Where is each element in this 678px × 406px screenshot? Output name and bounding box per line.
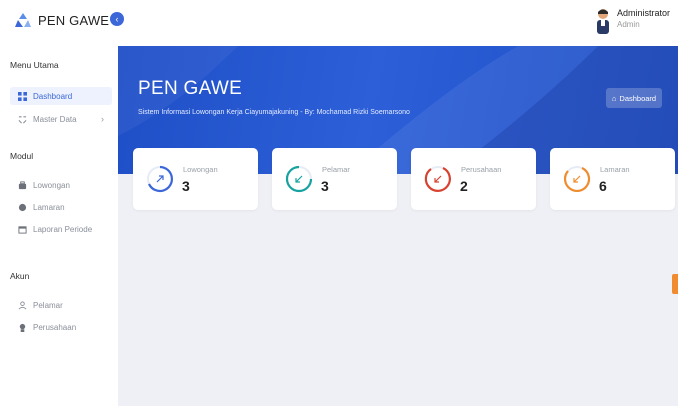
dashboard-button[interactable]: ⌂ Dashboard [606, 88, 662, 108]
dashboard-icon [18, 91, 27, 101]
sidebar-item-label: Laporan Periode [33, 224, 93, 234]
sidebar: Menu Utama Dashboard Master Data › Modul… [0, 46, 118, 406]
stat-value: 3 [321, 178, 329, 194]
sidebar-item-lamaran[interactable]: Lamaran [10, 198, 112, 216]
user-role: Admin [616, 20, 640, 29]
settings-tab[interactable] [672, 274, 678, 294]
arrow-down-left-icon [285, 165, 313, 193]
building-icon [19, 323, 26, 332]
sidebar-toggle-button[interactable]: ‹ [110, 12, 124, 26]
stat-value: 6 [599, 178, 607, 194]
briefcase-icon [18, 180, 27, 189]
chevron-right-icon: › [101, 114, 104, 124]
page-title: PEN GAWE [138, 78, 243, 99]
section-modul: Modul [10, 151, 34, 161]
stat-label: Perusahaan [461, 165, 502, 174]
brand[interactable]: PEN GAWE [14, 11, 109, 29]
arrow-down-left-icon [563, 166, 591, 192]
dashboard-button-label: Dashboard [619, 93, 657, 103]
master-data-icon [18, 115, 27, 123]
section-menu-utama: Menu Utama [10, 60, 59, 70]
sidebar-item-dashboard[interactable]: Dashboard [10, 87, 112, 105]
sidebar-item-laporan-periode[interactable]: Laporan Periode [10, 220, 112, 238]
arrow-down-left-icon [424, 166, 451, 192]
stat-card-lamaran[interactable]: Lamaran 6 [550, 148, 675, 210]
sidebar-item-pelamar[interactable]: Pelamar [10, 296, 112, 314]
user-menu[interactable]: Administrator Admin [595, 8, 670, 36]
stat-label: Lowongan [183, 165, 218, 174]
sidebar-item-label: Perusahaan [33, 322, 77, 332]
sidebar-item-label: Pelamar [33, 300, 63, 310]
stat-label: Lamaran [600, 165, 630, 174]
sidebar-item-label: Lamaran [33, 202, 65, 212]
stat-label: Pelamar [322, 165, 350, 174]
sidebar-item-label: Master Data [33, 114, 77, 124]
sidebar-item-perusahaan[interactable]: Perusahaan [10, 318, 112, 336]
calendar-icon [18, 225, 27, 234]
home-icon: ⌂ [611, 93, 617, 103]
top-bar: PEN GAWE ‹ Administrator Admin [0, 0, 678, 46]
stat-card-perusahaan[interactable]: Perusahaan 2 [411, 148, 536, 210]
avatar [596, 9, 609, 34]
stat-value: 2 [460, 178, 468, 194]
sidebar-item-master-data[interactable]: Master Data › [10, 110, 112, 128]
arrow-up-right-icon [147, 165, 173, 193]
sidebar-item-label: Lowongan [33, 180, 70, 190]
logo-icon [15, 13, 31, 27]
stat-value: 3 [182, 178, 190, 194]
section-akun: Akun [10, 271, 30, 281]
stat-card-pelamar[interactable]: Pelamar 3 [272, 148, 397, 210]
document-icon [18, 203, 27, 211]
user-icon [18, 300, 27, 309]
stat-card-lowongan[interactable]: Lowongan 3 [133, 148, 258, 210]
user-name: Administrator [616, 8, 670, 18]
brand-name: PEN GAWE [38, 12, 110, 28]
sidebar-item-label: Dashboard [33, 91, 73, 101]
chevron-left-icon: ‹ [115, 14, 119, 24]
sidebar-item-lowongan[interactable]: Lowongan [10, 176, 112, 194]
page-subtitle: Sistem Informasi Lowongan Kerja Ciayumaj… [138, 109, 410, 116]
